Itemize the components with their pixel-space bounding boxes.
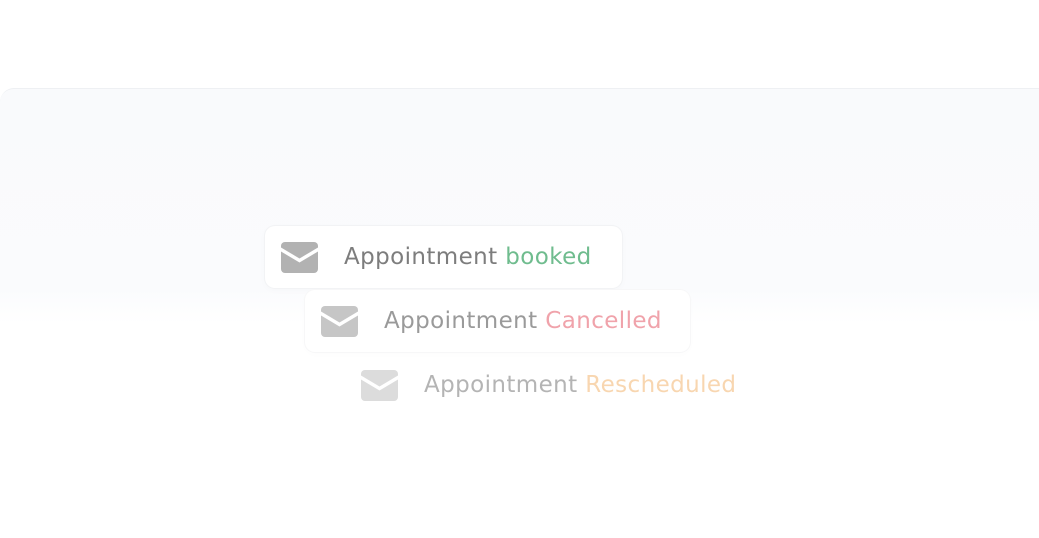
notification-text: Appointment booked [344,244,592,270]
mail-icon [321,305,358,337]
notification-status: booked [505,244,592,270]
notification-status: Rescheduled [585,372,737,398]
notification-booked: Appointment booked [265,226,622,288]
mail-icon [361,369,398,401]
stage: Appointment booked Appointment Cancelled… [0,0,1039,538]
notification-label: Appointment [384,308,538,334]
notification-cancelled: Appointment Cancelled [305,290,690,352]
mail-icon [281,241,318,273]
notification-text: Appointment Rescheduled [424,372,736,398]
notification-text: Appointment Cancelled [384,308,662,334]
notification-label: Appointment [424,372,578,398]
notification-rescheduled: Appointment Rescheduled [345,354,775,416]
notification-status: Cancelled [545,308,662,334]
notification-label: Appointment [344,244,498,270]
